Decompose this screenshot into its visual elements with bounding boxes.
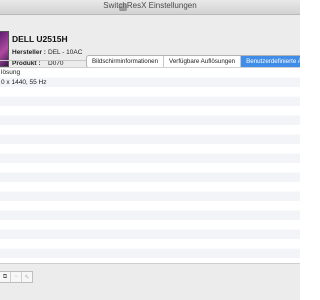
list-item[interactable]: 0 x 1440, 55 Hz [0,78,300,88]
product-value: D070 [48,60,64,67]
title-bar[interactable]: SwitchResX Einstellungen [0,0,300,15]
manufacturer-label: Hersteller : [12,49,46,56]
monitor-icon [0,31,9,67]
bottom-toolbar: ⧉ − ✎ [0,263,300,300]
edit-icon[interactable]: ✎ [22,272,32,282]
copy-icon[interactable]: ⧉ [0,272,11,282]
list-action-buttons: ⧉ − ✎ [0,271,33,283]
monitor-name: DELL U2515H [12,34,68,44]
manufacturer-value: DEL - 10AC [48,49,83,56]
resolution-list[interactable]: lösung 0 x 1440, 55 Hz [0,67,300,264]
tab-display-info[interactable]: Bildschirminformationen [87,56,165,67]
product-label: Produkt : [12,60,41,67]
tab-available-resolutions[interactable]: Verfügbare Auflösungen [164,56,242,67]
minus-icon[interactable]: − [11,272,22,282]
tab-custom-resolutions[interactable]: Benutzerdefinierte Auflö [241,56,300,67]
settings-window: SwitchResX Einstellungen DELL U2515H Her… [0,0,300,300]
list-column-header[interactable]: lösung [0,68,300,78]
tab-divider [0,60,86,61]
window-title: SwitchResX Einstellungen [103,1,197,10]
